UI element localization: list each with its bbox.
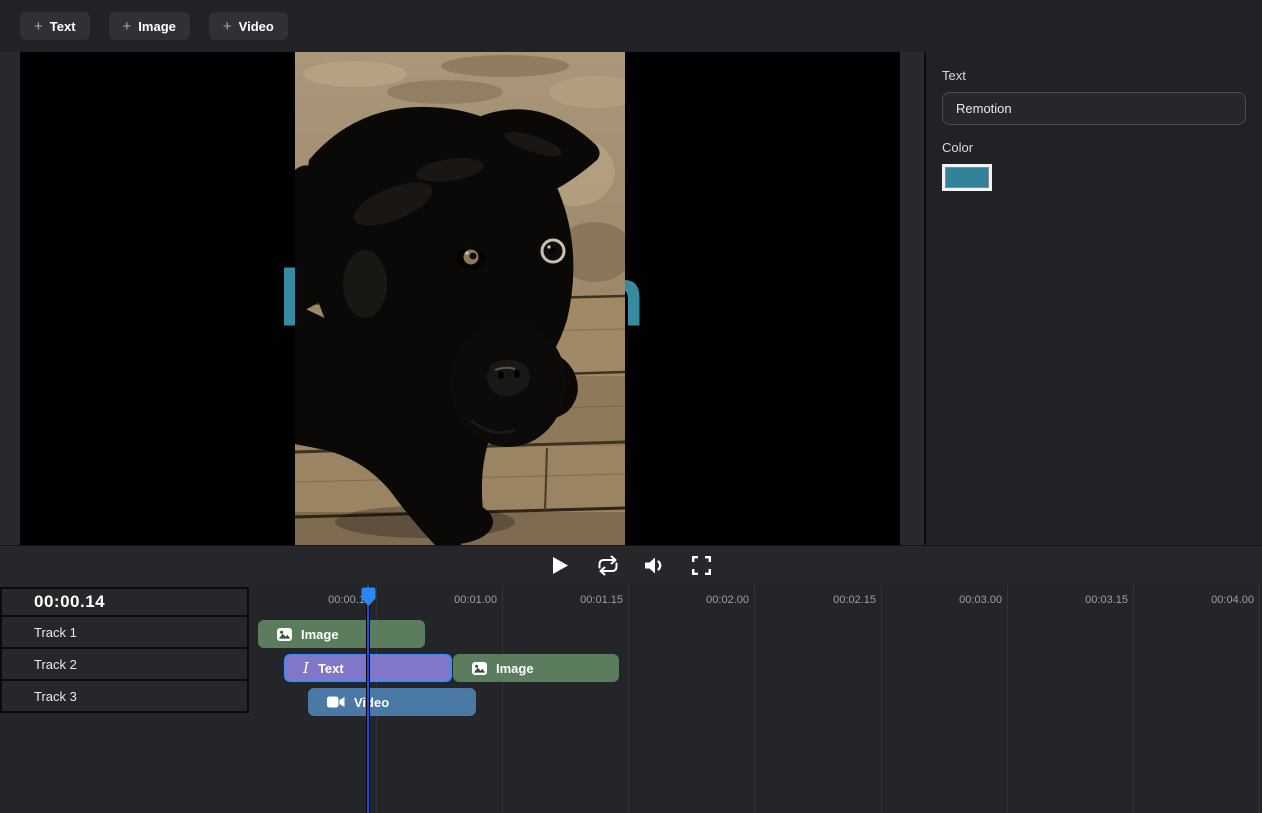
text-icon: I	[303, 661, 309, 676]
add-image-button[interactable]: + Image	[109, 12, 190, 40]
add-text-button[interactable]: + Text	[20, 12, 90, 40]
ruler-timestamp: 00:01.15	[533, 585, 623, 615]
track-label-1: Track 1	[0, 615, 249, 649]
current-timecode: 00:00.14	[0, 587, 249, 617]
color-picker-swatch[interactable]	[942, 164, 992, 191]
clip-label: Image	[301, 627, 339, 642]
timeline-left-panel: 00:00.14 Track 1Track 2Track 3	[0, 587, 249, 713]
grid-line	[1007, 585, 1008, 813]
ruler-timestamp: 00:02.15	[786, 585, 876, 615]
stage-row: Remotion	[0, 52, 1262, 545]
grid-line	[1259, 585, 1260, 813]
transport-bar	[0, 545, 1262, 585]
loop-icon	[595, 555, 621, 576]
text-field-label: Text	[942, 68, 1246, 83]
ruler-timestamp: 00:01.00	[407, 585, 497, 615]
ruler-timestamp: 00:03.00	[912, 585, 1002, 615]
play-button[interactable]	[546, 553, 576, 579]
inspector-panel: Text Color	[924, 52, 1262, 545]
plus-icon: +	[223, 19, 232, 34]
preview-canvas: Remotion	[20, 52, 900, 545]
add-video-label: Video	[239, 19, 274, 34]
grid-line	[754, 585, 755, 813]
clip-label: Text	[318, 661, 344, 676]
image-clip[interactable]: Image	[453, 654, 619, 682]
video-camera-icon	[327, 696, 345, 708]
track-list: Track 1Track 2Track 3	[0, 615, 249, 713]
clip-label: Video	[354, 695, 389, 710]
color-field-label: Color	[942, 140, 1246, 155]
top-toolbar: + Text + Image + Video	[0, 0, 1262, 52]
playhead-handle[interactable]	[360, 586, 377, 607]
track-label-3: Track 3	[0, 679, 249, 713]
clip-label: Image	[496, 661, 534, 676]
grid-line	[502, 585, 503, 813]
ruler-timestamp: 00:00.15	[281, 585, 371, 615]
text-value-input[interactable]	[942, 92, 1246, 125]
grid-line	[881, 585, 882, 813]
color-swatch-fill	[945, 167, 989, 188]
timeline: 00:00.15 00:01.00 00:01.15 00:02.00 00:02.15…	[0, 585, 1262, 813]
add-image-label: Image	[138, 19, 176, 34]
plus-icon: +	[34, 19, 43, 34]
volume-button[interactable]	[640, 553, 670, 579]
plus-icon: +	[123, 19, 132, 34]
video-clip[interactable]: Video	[308, 688, 476, 716]
image-icon	[277, 628, 292, 641]
image-icon	[472, 662, 487, 675]
volume-icon	[644, 556, 666, 575]
add-text-label: Text	[50, 19, 76, 34]
playhead-line[interactable]	[366, 585, 370, 813]
track-label-2: Track 2	[0, 647, 249, 681]
dog-photo	[295, 52, 625, 545]
ruler-timestamp: 00:02.00	[659, 585, 749, 615]
play-icon	[552, 556, 569, 575]
fullscreen-icon	[692, 556, 711, 575]
ruler-timestamp: 00:04.00	[1164, 585, 1254, 615]
add-video-button[interactable]: + Video	[209, 12, 288, 40]
grid-line	[1133, 585, 1134, 813]
image-clip[interactable]: Image	[258, 620, 425, 648]
grid-line	[628, 585, 629, 813]
fullscreen-button[interactable]	[687, 553, 717, 579]
video-editor-app: + Text + Image + Video Remotion	[0, 0, 1262, 813]
loop-button[interactable]	[593, 553, 623, 579]
ruler-timestamp: 00:03.15	[1038, 585, 1128, 615]
